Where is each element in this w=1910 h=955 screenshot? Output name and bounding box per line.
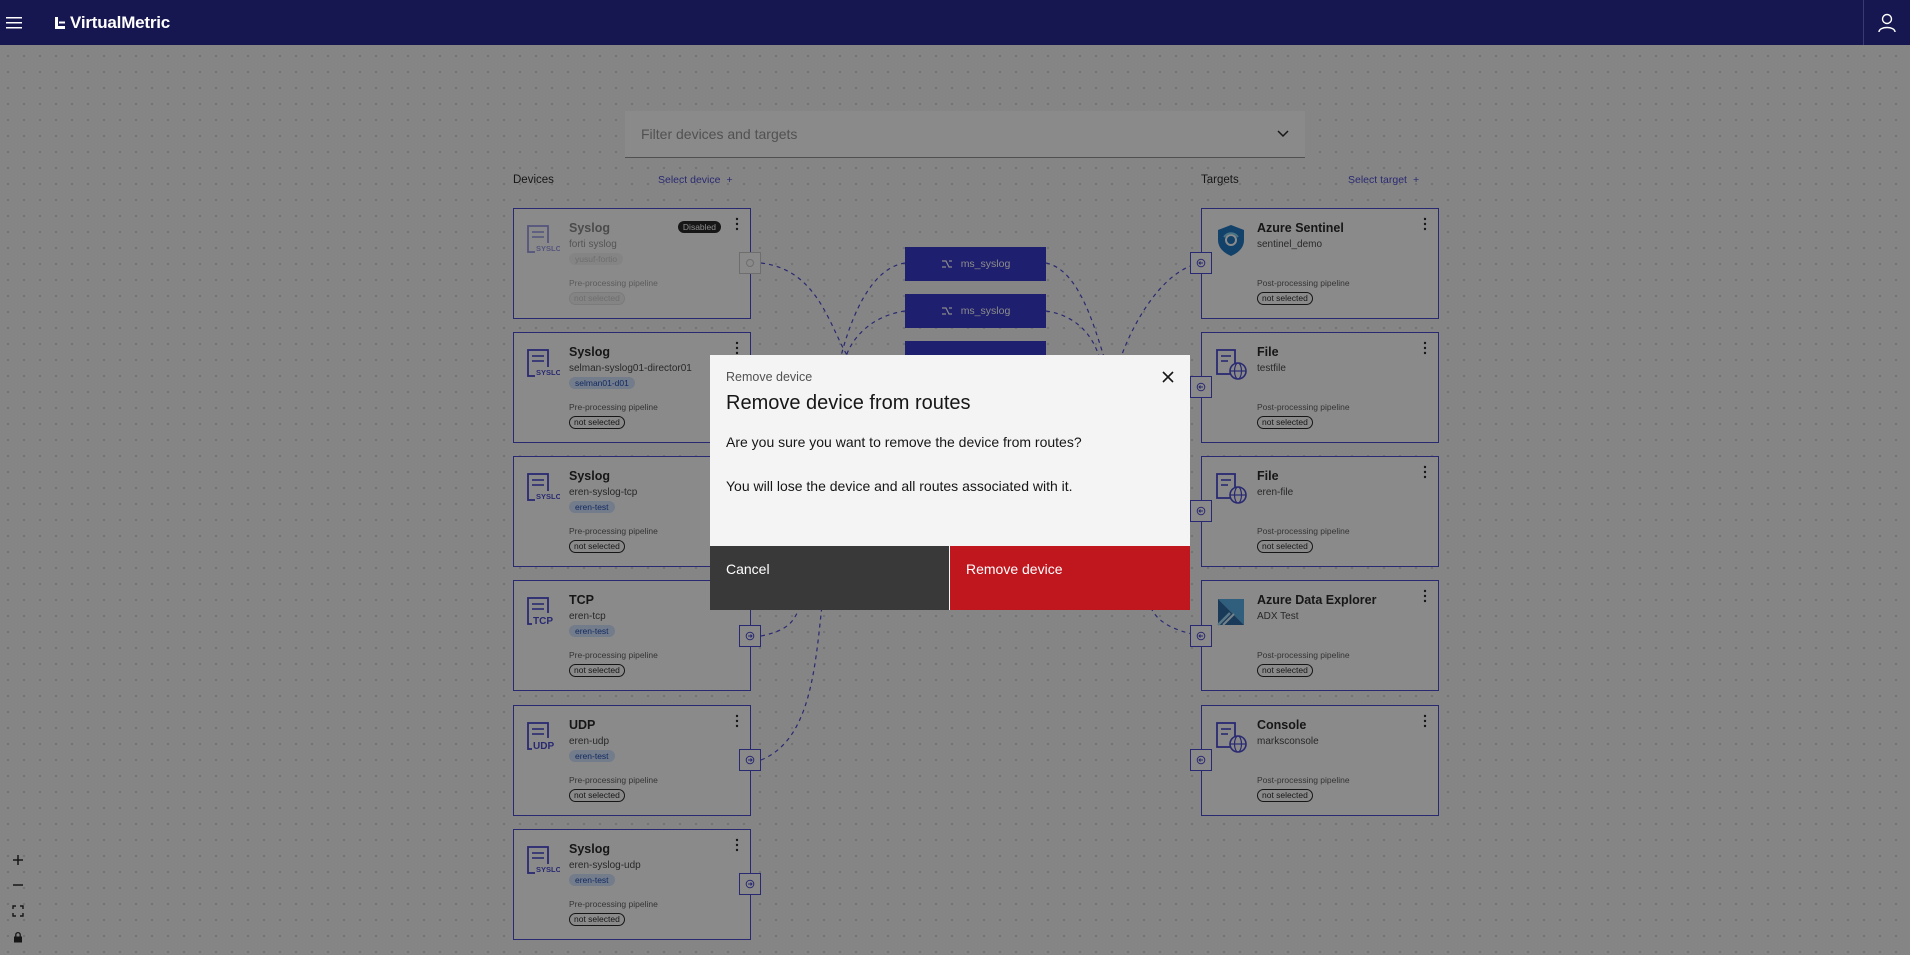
remove-device-modal: Remove device Remove device from routes … [710, 355, 1190, 610]
modal-close-button[interactable] [1158, 367, 1178, 387]
cancel-button[interactable]: Cancel [710, 546, 950, 610]
remove-device-button[interactable]: Remove device [950, 546, 1190, 610]
close-icon [1162, 371, 1174, 383]
modal-message-warning: You will lose the device and all routes … [726, 478, 1073, 494]
modal-message-confirm: Are you sure you want to remove the devi… [726, 434, 1082, 450]
modal-heading: Remove device from routes [726, 392, 971, 414]
modal-footer: Cancel Remove device [710, 546, 1190, 610]
modal-label: Remove device [726, 370, 813, 384]
